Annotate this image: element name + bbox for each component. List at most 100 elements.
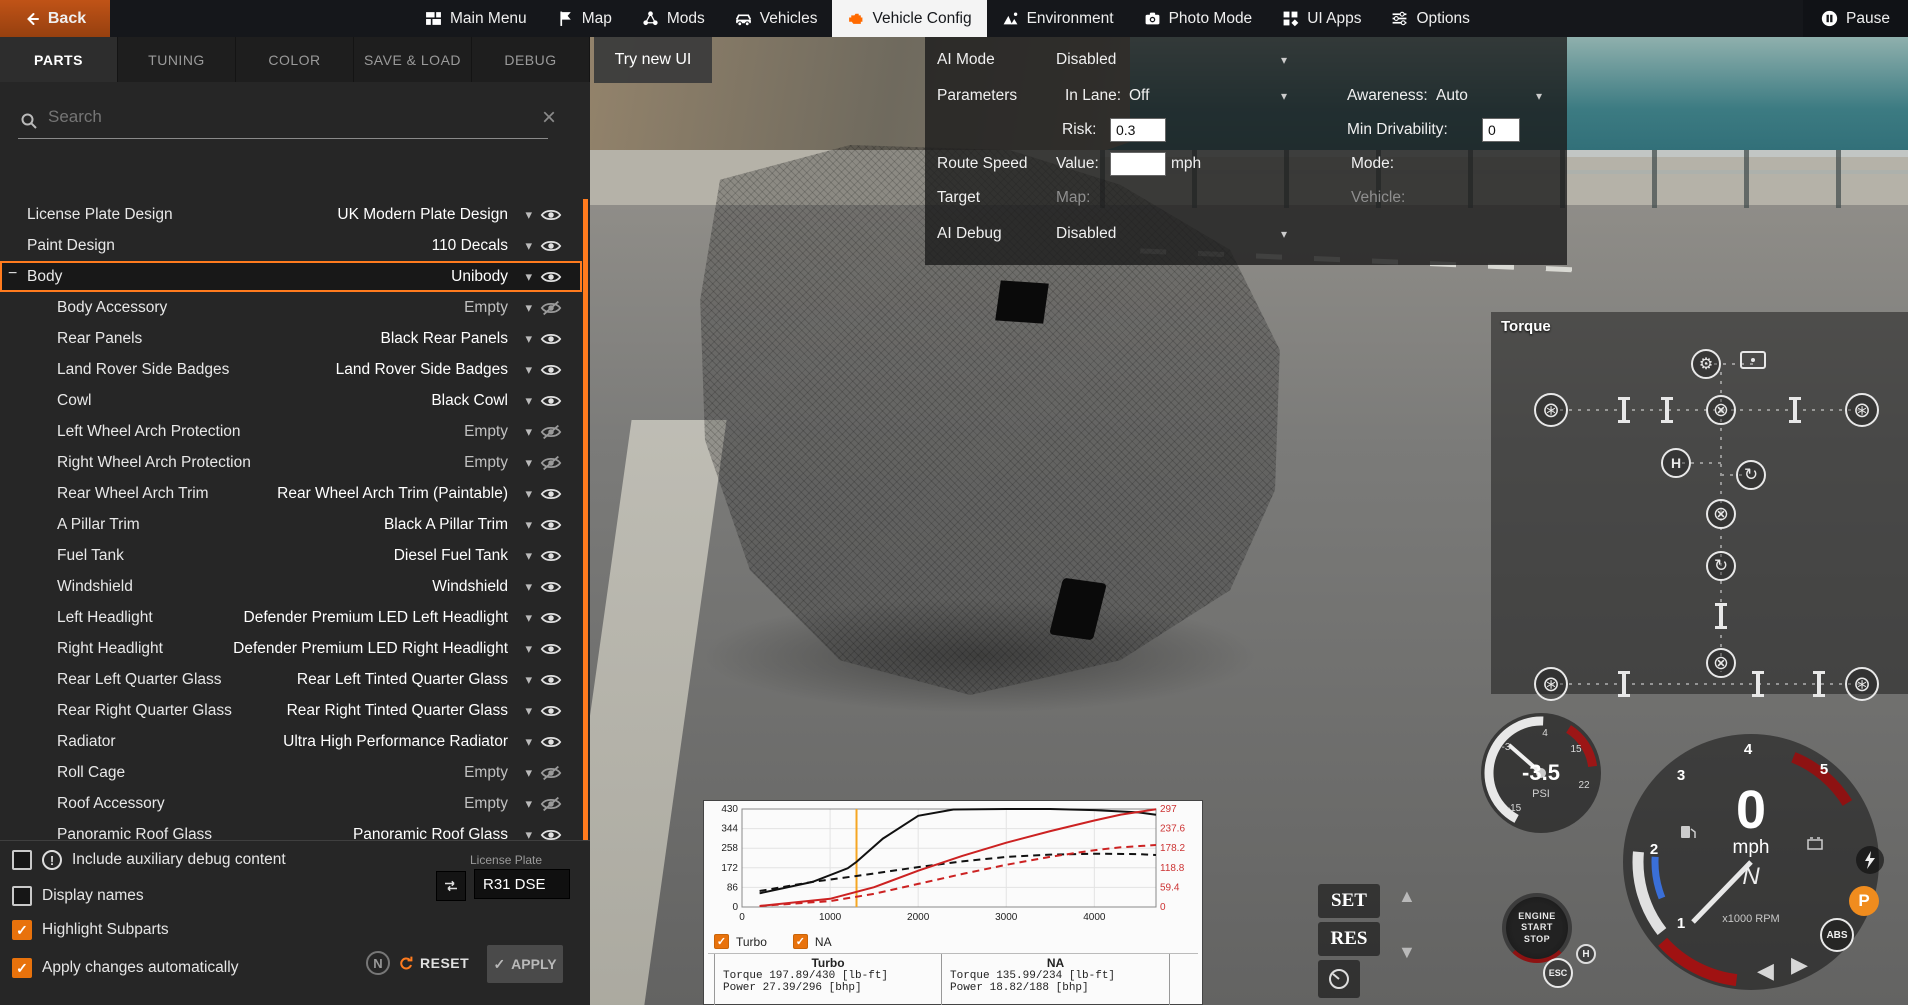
eye-icon[interactable] <box>540 455 562 471</box>
eye-icon[interactable] <box>540 300 562 316</box>
chevron-down-icon[interactable] <box>525 796 532 812</box>
eye-icon[interactable] <box>540 610 562 626</box>
part-value[interactable]: Rear Left Tinted Quarter Glass <box>297 671 508 689</box>
part-value[interactable]: Rear Wheel Arch Trim (Paintable) <box>277 485 508 503</box>
eye-icon[interactable] <box>540 672 562 688</box>
eye-icon[interactable] <box>540 641 562 657</box>
option-row-display-names[interactable]: Display names <box>12 883 144 909</box>
chevron-down-icon[interactable] <box>525 424 532 440</box>
chevron-down-icon[interactable] <box>1281 89 1287 103</box>
part-row[interactable]: A Pillar Trim Black A Pillar Trim <box>0 509 582 540</box>
cruise-gauge-button[interactable] <box>1318 960 1360 998</box>
part-row[interactable]: Body Unibody <box>0 261 582 292</box>
chevron-down-icon[interactable] <box>525 300 532 316</box>
cruise-set-button[interactable]: SET <box>1318 884 1380 918</box>
eye-icon[interactable] <box>540 579 562 595</box>
menu-item-photo-mode[interactable]: Photo Mode <box>1129 0 1268 37</box>
eye-icon[interactable] <box>540 207 562 223</box>
chevron-down-icon[interactable] <box>1281 227 1287 241</box>
pause-button[interactable]: Pause <box>1803 0 1908 37</box>
in-lane-value[interactable]: Off <box>1129 87 1149 105</box>
menu-item-map[interactable]: Map <box>542 0 627 37</box>
menu-item-ui-apps[interactable]: UI Apps <box>1267 0 1376 37</box>
eye-icon[interactable] <box>540 362 562 378</box>
part-row[interactable]: Fuel Tank Diesel Fuel Tank <box>0 540 582 571</box>
close-icon[interactable] <box>542 106 556 130</box>
route-speed-input[interactable] <box>1110 152 1166 176</box>
license-plate-randomize-button[interactable] <box>436 871 466 901</box>
part-row[interactable]: Left Wheel Arch Protection Empty <box>0 416 582 447</box>
checkbox[interactable] <box>792 934 808 949</box>
legend-item-na[interactable]: NA <box>792 934 832 949</box>
chevron-down-icon[interactable] <box>525 703 532 719</box>
part-row[interactable]: Cowl Black Cowl <box>0 385 582 416</box>
option-row-highlight-subparts[interactable]: Highlight Subparts <box>12 917 169 943</box>
chevron-down-icon[interactable] <box>525 517 532 533</box>
ai-debug-value[interactable]: Disabled <box>1056 225 1116 243</box>
part-row[interactable]: Land Rover Side Badges Land Rover Side B… <box>0 354 582 385</box>
reset-button[interactable]: RESET <box>398 951 469 975</box>
menu-item-vehicle-config[interactable]: Vehicle Config <box>832 0 987 37</box>
part-row[interactable]: License Plate Design UK Modern Plate Des… <box>0 199 582 230</box>
checkbox[interactable] <box>12 920 32 940</box>
risk-input[interactable] <box>1110 118 1166 142</box>
eye-icon[interactable] <box>540 424 562 440</box>
chevron-down-icon[interactable] <box>525 486 532 502</box>
part-value[interactable]: Defender Premium LED Right Headlight <box>233 640 508 658</box>
collapse-toggle-icon[interactable] <box>8 265 17 283</box>
part-row[interactable]: Roll Cage Empty <box>0 757 582 788</box>
part-value[interactable]: Windshield <box>432 578 508 596</box>
config-tab[interactable]: DEBUG <box>472 37 590 82</box>
try-new-ui-button[interactable]: Try new UI <box>594 37 712 83</box>
part-value[interactable]: Diesel Fuel Tank <box>394 547 508 565</box>
part-row[interactable]: Right Wheel Arch Protection Empty <box>0 447 582 478</box>
chevron-down-icon[interactable] <box>525 672 532 688</box>
eye-icon[interactable] <box>540 548 562 564</box>
chevron-down-icon[interactable] <box>1536 89 1542 103</box>
part-value[interactable]: 110 Decals <box>432 237 508 255</box>
part-value[interactable]: UK Modern Plate Design <box>337 206 508 224</box>
config-tab[interactable]: SAVE & LOAD <box>354 37 472 82</box>
part-value[interactable]: Black A Pillar Trim <box>384 516 508 534</box>
cruise-res-button[interactable]: RES <box>1318 922 1380 956</box>
part-row[interactable]: Body Accessory Empty <box>0 292 582 323</box>
chevron-down-icon[interactable] <box>525 765 532 781</box>
min-drivability-input[interactable] <box>1482 118 1520 142</box>
eye-icon[interactable] <box>540 269 562 285</box>
part-value[interactable]: Empty <box>464 454 508 472</box>
parts-scrollbar[interactable] <box>583 199 588 877</box>
scrollbar-thumb[interactable] <box>583 199 588 859</box>
menu-item-options[interactable]: Options <box>1376 0 1484 37</box>
eye-icon[interactable] <box>540 734 562 750</box>
option-row-debug-content[interactable]: Include auxiliary debug content <box>12 847 286 873</box>
part-value[interactable]: Unibody <box>451 268 508 286</box>
part-row[interactable]: Rear Wheel Arch Trim Rear Wheel Arch Tri… <box>0 478 582 509</box>
checkbox[interactable] <box>12 850 32 870</box>
part-value[interactable]: Empty <box>464 764 508 782</box>
awareness-value[interactable]: Auto <box>1436 87 1468 105</box>
search-input[interactable] <box>46 106 516 128</box>
part-value[interactable]: Black Cowl <box>431 392 508 410</box>
part-value[interactable]: Defender Premium LED Left Headlight <box>244 609 509 627</box>
part-value[interactable]: Empty <box>464 423 508 441</box>
chevron-down-icon[interactable] <box>525 362 532 378</box>
config-tab[interactable]: TUNING <box>118 37 236 82</box>
checkbox[interactable] <box>12 958 32 978</box>
part-value[interactable]: Rear Right Tinted Quarter Glass <box>287 702 508 720</box>
part-value[interactable]: Ultra High Performance Radiator <box>283 733 508 751</box>
chevron-down-icon[interactable] <box>525 393 532 409</box>
chevron-down-icon[interactable] <box>525 579 532 595</box>
eye-icon[interactable] <box>540 765 562 781</box>
option-row-apply-automatically[interactable]: Apply changes automatically <box>12 955 238 981</box>
eye-icon[interactable] <box>540 517 562 533</box>
chevron-down-icon[interactable] <box>525 207 532 223</box>
config-tab[interactable]: PARTS <box>0 37 118 82</box>
eye-icon[interactable] <box>540 238 562 254</box>
chevron-down-icon[interactable] <box>525 641 532 657</box>
eye-icon[interactable] <box>540 486 562 502</box>
part-row[interactable]: Paint Design 110 Decals <box>0 230 582 261</box>
chevron-down-icon[interactable] <box>525 610 532 626</box>
chevron-down-icon[interactable] <box>525 455 532 471</box>
increase-arrow-icon[interactable] <box>1398 886 1416 907</box>
chevron-down-icon[interactable] <box>525 331 532 347</box>
